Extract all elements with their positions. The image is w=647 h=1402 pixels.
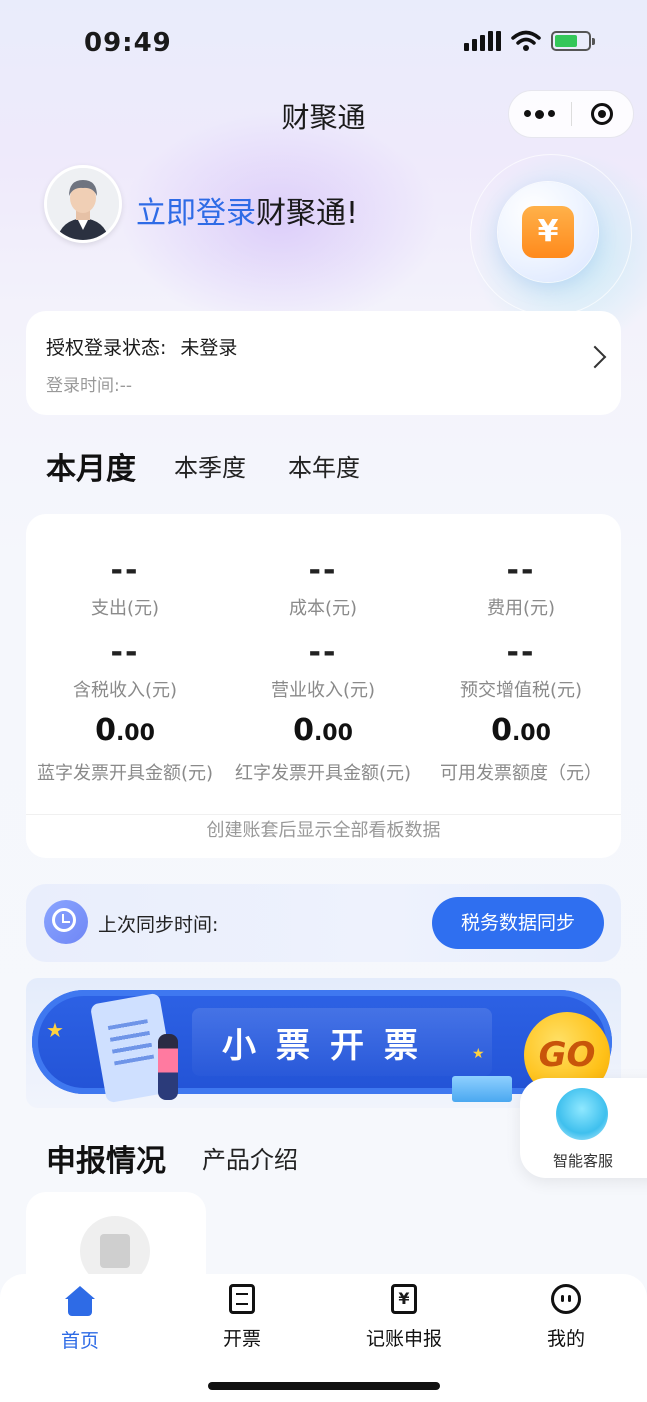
stat-label: 预交增值税(元) [459,680,583,701]
battery-icon [551,31,595,51]
login-link[interactable]: 立即登录 [136,196,256,231]
stat-fee: -- 费用(元) [422,556,620,620]
auth-status: 授权登录状态: 未登录 [46,333,237,360]
stat-value: -- [506,635,536,670]
tab-month[interactable]: 本月度 [46,444,136,488]
tabbar-label: 首页 [60,1330,99,1352]
stat-red-invoice: 0.00 红字发票开具金额(元) [224,714,422,785]
stat-label: 红字发票开具金额(元) [234,763,412,784]
tab-quarter[interactable]: 本季度 [174,448,246,483]
smart-service-button[interactable]: 智能客服 [520,1078,647,1178]
headset-agent-icon [556,1088,608,1140]
login-time: 登录时间:-- [46,371,132,396]
stat-value: -- [308,553,338,588]
stat-operating-income: -- 营业收入(元) [224,638,422,702]
stat-label: 可用发票额度（元） [440,763,602,784]
signal-icon [464,31,501,51]
stat-value: -- [506,553,536,588]
tabbar-label: 开票 [222,1328,261,1350]
tab-report-status[interactable]: 申报情况 [46,1136,166,1180]
tabbar-item-home[interactable]: 首页 [20,1284,140,1353]
banner-title: 小票开票 [222,1026,438,1066]
target-circle-icon[interactable] [571,103,633,125]
tabbar-item-invoice[interactable]: 开票 [182,1284,302,1351]
tabbar-item-bookkeeping[interactable]: ¥ 记账申报 [344,1284,464,1351]
stat-value: -- [110,635,140,670]
auth-status-card[interactable]: 授权登录状态: 未登录 登录时间:-- [26,311,621,415]
star-icon: ★ [46,1018,64,1042]
wifi-icon [511,30,541,51]
stats-note: 创建账套后显示全部看板数据 [206,820,441,841]
stat-blue-invoice: 0.00 蓝字发票开具金额(元) [26,714,224,785]
stat-invoice-quota: 0.00 可用发票额度（元） [422,714,620,785]
stat-cost: -- 成本(元) [224,556,422,620]
stat-label: 含税收入(元) [72,680,178,701]
cube-illustration [452,1076,512,1102]
divider [26,814,621,815]
stat-taxed-income: -- 含税收入(元) [26,638,224,702]
chevron-right-icon [583,345,607,369]
tabbar-label: 记账申报 [365,1328,442,1350]
invoice-icon [225,1284,259,1318]
person-illustration [158,1034,178,1100]
login-time-label: 登录时间: [46,376,120,396]
status-time: 09:49 [84,28,172,58]
yuan-badge-icon: ¥ [522,206,574,258]
home-indicator [208,1382,440,1390]
mini-program-capsule [508,90,634,138]
stat-value: -- [308,635,338,670]
tabbar-item-mine[interactable]: 我的 [506,1284,626,1351]
tab-product-intro[interactable]: 产品介绍 [202,1140,298,1175]
stat-label: 营业收入(元) [270,680,376,701]
stats-card: -- 支出(元) -- 成本(元) -- 费用(元) -- 含税收入(元) --… [26,514,621,858]
stat-value: 0.00 [293,713,353,748]
auth-status-value: 未登录 [180,337,238,359]
service-label: 智能客服 [552,1152,613,1170]
status-icons [464,30,595,52]
home-icon [63,1286,97,1320]
stat-label: 支出(元) [90,598,160,619]
login-prompt: 立即登录财聚通! [136,188,358,232]
sync-time-label: 上次同步时间: [98,914,219,936]
stat-label: 蓝字发票开具金额(元) [36,763,214,784]
stat-expense: -- 支出(元) [26,556,224,620]
tabbar-label: 我的 [546,1328,585,1350]
stat-label: 成本(元) [288,598,358,619]
ledger-yuan-icon: ¥ [387,1284,421,1318]
user-avatar-icon [47,168,119,240]
smiley-icon [549,1284,583,1318]
stat-value: 0.00 [491,713,551,748]
more-dots-icon[interactable] [509,109,571,119]
login-suffix: 财聚通! [256,196,359,231]
login-time-value: -- [119,376,133,396]
sync-bar: 上次同步时间: 税务数据同步 [26,884,621,962]
stat-label: 费用(元) [486,598,556,619]
coin-bubble: ¥ [498,182,598,282]
stat-value: -- [110,553,140,588]
tax-sync-button[interactable]: 税务数据同步 [432,897,604,949]
tab-year[interactable]: 本年度 [288,448,360,483]
auth-status-label: 授权登录状态: [46,337,167,359]
avatar[interactable] [44,165,122,243]
star-icon: ★ [472,1046,485,1062]
stat-prepaid-vat: -- 预交增值税(元) [422,638,620,702]
stat-value: 0.00 [95,713,155,748]
clock-icon [44,900,88,944]
